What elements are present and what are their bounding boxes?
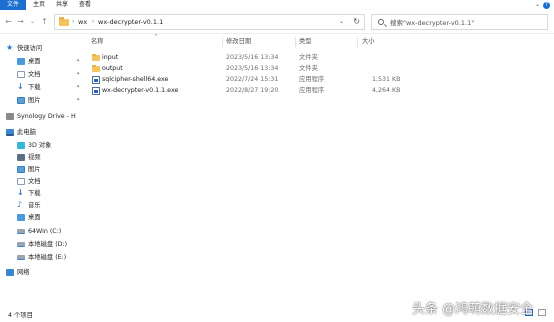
chevron-right-icon[interactable]: ›: [92, 18, 94, 25]
computer-icon: [6, 129, 14, 136]
picture-icon: [17, 97, 25, 104]
search-box[interactable]: [371, 14, 548, 30]
recent-locations-icon[interactable]: ⌄: [28, 17, 37, 27]
file-name: sqlcipher-shell64.exe: [102, 76, 169, 83]
video-icon: [17, 154, 25, 161]
file-type: 文件夹: [299, 65, 318, 72]
large-icons-view-icon[interactable]: [538, 309, 546, 316]
column-divider[interactable]: [222, 37, 223, 47]
pin-icon[interactable]: ✦: [76, 97, 80, 103]
back-arrow-icon[interactable]: ←: [4, 17, 13, 27]
executable-icon: [92, 76, 100, 84]
file-date: 2022/7/24 15:31: [226, 76, 279, 83]
drive-icon: [17, 229, 25, 234]
drive-icon: [17, 242, 25, 247]
breadcrumb-current[interactable]: wx-decrypter-v0.1.1: [98, 18, 163, 26]
up-arrow-icon[interactable]: ↑: [40, 17, 49, 27]
ribbon-tabs: 文件 主页 共享 查看 ⌄?: [0, 0, 554, 10]
picture-icon: [17, 166, 25, 173]
file-type: 应用程序: [299, 76, 325, 83]
file-size: 4,264 KB: [372, 87, 401, 94]
file-date: 2022/8/27 19:20: [226, 87, 279, 94]
file-name: wx-decrypter-v0.1.1.exe: [102, 87, 179, 94]
network-icon: [6, 269, 14, 276]
file-date: 2023/5/16 13:34: [226, 65, 279, 72]
file-row[interactable]: output 2023/5/16 13:34 文件夹: [89, 64, 419, 74]
tab-view[interactable]: 查看: [75, 0, 95, 10]
tab-share[interactable]: 共享: [52, 0, 72, 10]
tab-file[interactable]: 文件: [0, 0, 26, 10]
expand-ribbon-icon[interactable]: ⌄: [535, 1, 540, 8]
document-icon: [17, 178, 25, 185]
address-row: ← → ⌄ ↑ › wx › wx-decrypter-v0.1.1 ⌄ ↻: [0, 10, 554, 34]
file-size: 1,531 KB: [372, 76, 401, 83]
folder-icon: [92, 65, 100, 72]
file-row[interactable]: wx-decrypter-v0.1.1.exe 2022/8/27 19:20 …: [89, 86, 419, 96]
search-icon: [378, 19, 384, 25]
tab-home[interactable]: 主页: [29, 0, 49, 10]
breadcrumb-wx[interactable]: wx: [78, 18, 87, 26]
folder-icon: [92, 54, 100, 61]
download-icon: ↓: [17, 188, 24, 197]
column-header-date[interactable]: 修改日期: [226, 37, 251, 47]
synology-drive-icon: [6, 113, 14, 120]
pin-icon[interactable]: ✦: [76, 84, 80, 90]
navigation-pane: ★ 快速访问 桌面 ✦ 文档 ✦ ↓ 下载 ✦ 图片 ✦ Synology Dr…: [0, 35, 84, 305]
file-name: output: [102, 65, 123, 72]
music-note-icon: ♪: [17, 200, 23, 209]
file-type: 文件夹: [299, 54, 318, 61]
column-divider[interactable]: [357, 37, 358, 47]
drive-icon: [17, 255, 25, 260]
file-type: 应用程序: [299, 87, 325, 94]
refresh-icon[interactable]: ↻: [353, 17, 360, 26]
desktop-icon: [17, 58, 25, 65]
folder-icon: [59, 17, 69, 26]
sort-up-icon: ⌃: [153, 33, 159, 41]
ribbon-controls: ⌄?: [535, 1, 550, 9]
desktop-icon: [17, 214, 25, 221]
chevron-right-icon[interactable]: ›: [72, 18, 74, 25]
column-header-size[interactable]: 大小: [362, 37, 375, 47]
document-icon: [17, 71, 25, 78]
star-icon: ★: [6, 43, 14, 52]
column-header-name[interactable]: 名称: [91, 37, 104, 47]
status-item-count: 4 个项目: [8, 312, 33, 319]
help-icon[interactable]: ?: [543, 2, 550, 9]
column-divider[interactable]: [295, 37, 296, 47]
forward-arrow-icon[interactable]: →: [16, 17, 25, 27]
pin-icon[interactable]: ✦: [76, 58, 80, 64]
column-header-type[interactable]: 类型: [299, 37, 312, 47]
watermark: 头条 @鸿萌数据安全: [412, 302, 534, 317]
file-date: 2023/5/16 13:34: [226, 54, 279, 61]
download-icon: ↓: [17, 82, 24, 91]
cube-icon: [17, 142, 25, 149]
address-bar[interactable]: › wx › wx-decrypter-v0.1.1 ⌄ ↻: [54, 14, 365, 30]
pin-icon[interactable]: ✦: [76, 71, 80, 77]
executable-icon: [92, 87, 100, 95]
search-input[interactable]: [390, 17, 540, 28]
file-name: input: [102, 54, 119, 61]
chevron-down-icon[interactable]: ⌄: [339, 18, 344, 25]
file-row[interactable]: sqlcipher-shell64.exe 2022/7/24 15:31 应用…: [89, 75, 419, 85]
file-row[interactable]: input 2023/5/16 13:34 文件夹: [89, 53, 419, 63]
